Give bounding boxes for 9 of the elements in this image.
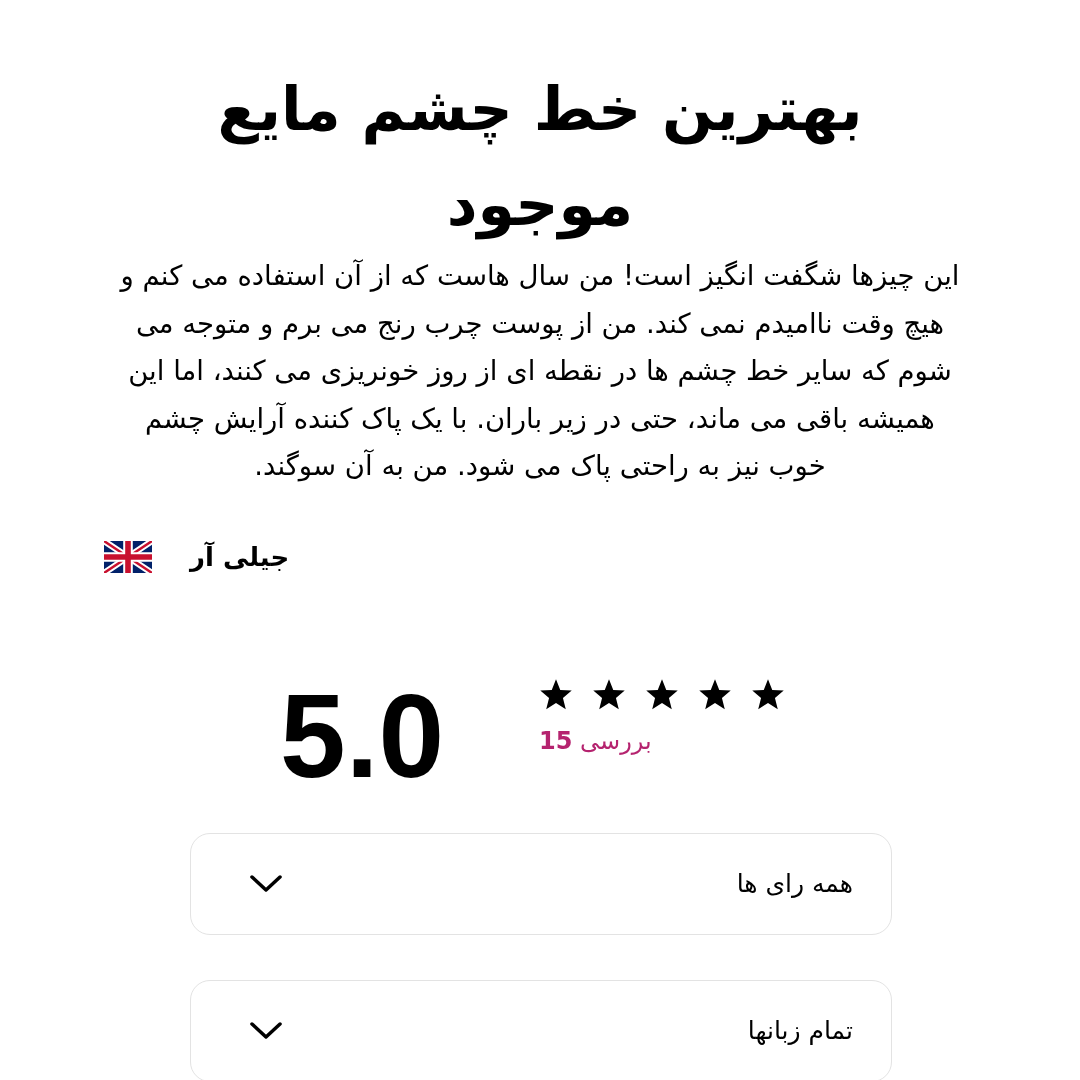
review-text: این چیزها شگفت انگیز است! من سال هاست که از آن استفاده می کنم و هیچ وقت ناامیدم نمی کند. من از پوست چرب رنج می برم و متوجه می شوم که سایر خط چشم ها در نقطه ای از روز خونریزی می کنند، اما این همیشه باقی می ماند، حتی در زیر باران. با یک پاک کننده آرایش چشم خوب نیز به راحتی پاک می شود. من به آن سوگند. xyxy=(118,258,961,484)
rating-score: 5.0 xyxy=(280,676,445,795)
chevron-down-icon xyxy=(249,1020,283,1041)
filter-dropdown[interactable]: همه رای ها xyxy=(190,832,892,935)
flag-icon xyxy=(104,541,152,573)
filter-dropdown[interactable]: تمام زبانها xyxy=(190,979,892,1080)
review-title: بهترین خط چشم مایع موجود xyxy=(216,73,864,242)
chevron-down-icon xyxy=(249,873,283,894)
reviewer-name: جیلی آر xyxy=(190,540,290,574)
